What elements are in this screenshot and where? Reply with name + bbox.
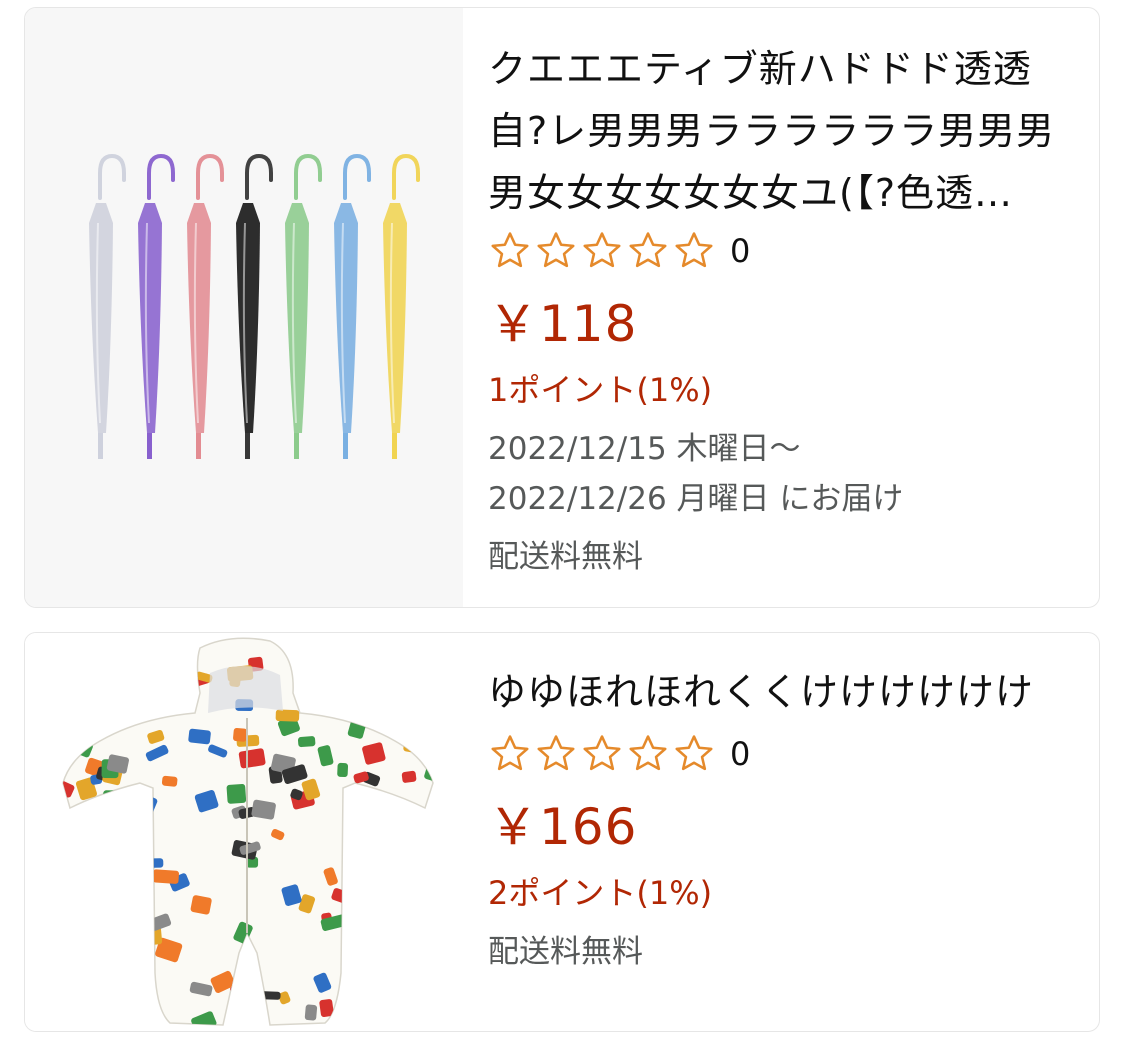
umbrellas-image (89, 153, 420, 459)
star-icon (675, 232, 713, 268)
product-points: 1ポイント(1%) (488, 371, 713, 409)
product-image[interactable] (25, 633, 463, 1031)
product-card[interactable]: クエエエティブ新ハドドド透透自?レ男男男ララララララ男男男男女女女女女女女ユ(【… (24, 7, 1100, 608)
product-price: ￥118 (488, 295, 638, 353)
star-icon (583, 735, 621, 771)
raincoat-image (62, 637, 434, 1026)
rating-row[interactable]: 0 (488, 224, 1079, 278)
star-rating (488, 229, 716, 273)
shipping-label: 配送料無料 (488, 539, 643, 575)
star-icon (537, 735, 575, 771)
delivery-line: 2022/12/15 木曜日〜 (488, 431, 801, 467)
star-icon (491, 735, 529, 771)
star-icon (629, 735, 667, 771)
delivery-estimate: 2022/12/15 木曜日〜 2022/12/26 月曜日 にお届け (488, 424, 1079, 524)
rating-count: 0 (730, 232, 751, 270)
star-icon (491, 232, 529, 268)
star-icon (675, 735, 713, 771)
shipping-label: 配送料無料 (488, 934, 643, 970)
product-image[interactable] (25, 8, 463, 607)
star-rating (488, 732, 716, 776)
delivery-line: 2022/12/26 月曜日 にお届け (488, 481, 904, 517)
umbrella (89, 153, 126, 459)
product-title[interactable]: クエエエティブ新ハドドド透透自?レ男男男ララララララ男男男男女女女女女女女ユ(【… (488, 38, 1079, 224)
umbrella (187, 153, 224, 459)
umbrella (383, 153, 420, 459)
umbrella (138, 153, 175, 459)
product-title[interactable]: ゆゆほれほれくくけけけけけけ (488, 661, 1079, 723)
rating-row[interactable]: 0 (488, 727, 1079, 781)
umbrella (236, 153, 273, 459)
umbrella (334, 153, 371, 459)
product-info: ゆゆほれほれくくけけけけけけ 0 ￥166 2ポイント(1%) 配送料無料 (488, 633, 1079, 977)
star-icon (537, 232, 575, 268)
umbrella (285, 153, 322, 459)
star-icon (583, 232, 621, 268)
product-info: クエエエティブ新ハドドド透透自?レ男男男ララララララ男男男男女女女女女女女ユ(【… (488, 8, 1079, 582)
product-card[interactable]: ゆゆほれほれくくけけけけけけ 0 ￥166 2ポイント(1%) 配送料無料 (24, 632, 1100, 1032)
product-points: 2ポイント(1%) (488, 874, 713, 912)
product-price: ￥166 (488, 798, 638, 856)
star-icon (629, 232, 667, 268)
rating-count: 0 (730, 735, 751, 773)
